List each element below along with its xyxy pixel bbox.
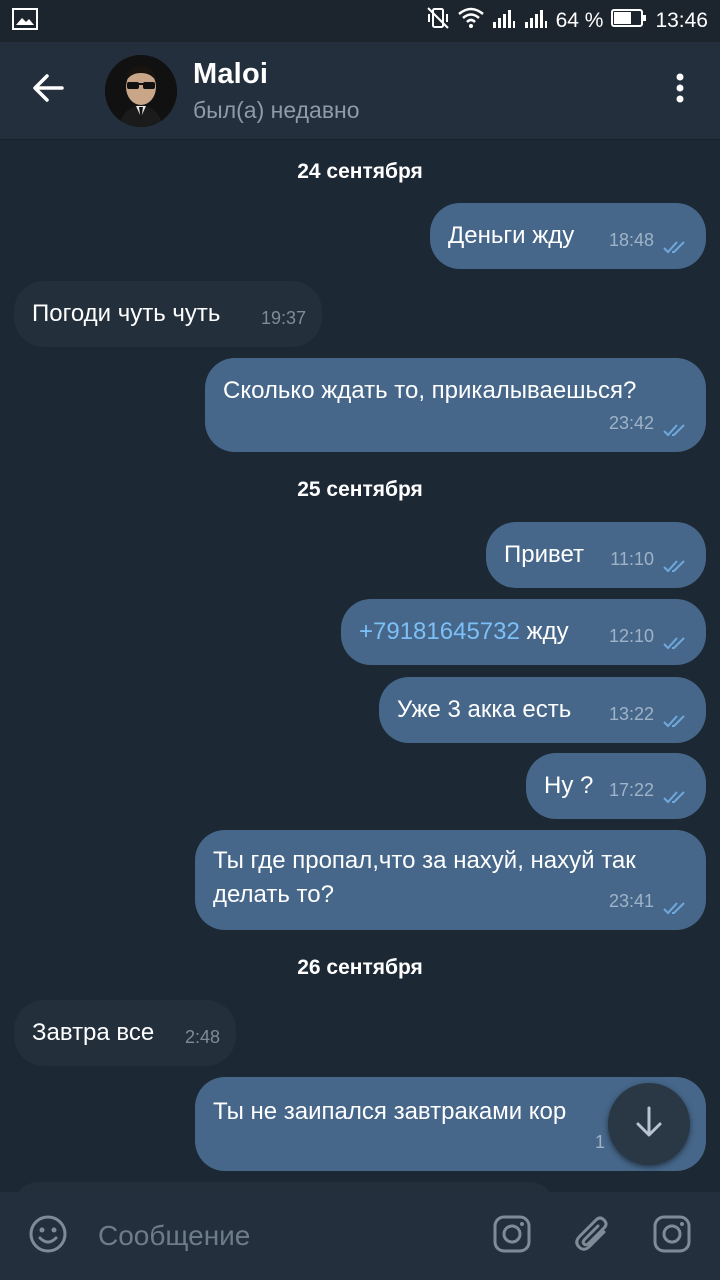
message-time: 18:48 [608,230,654,250]
message-bubble-outgoing[interactable]: Сколько ждать то, прикалываешься? 23:42 [205,358,706,452]
avatar[interactable] [105,54,177,127]
battery-icon [611,8,647,34]
more-menu-button[interactable] [640,42,720,140]
message-text: Погоди чуть чуть [32,300,221,327]
double-check-icon [662,415,690,437]
back-button[interactable] [0,42,96,140]
instagram-icon[interactable] [492,1214,532,1259]
message-time: 17:22 [608,780,654,800]
date-separator: 25 сентября [297,478,423,501]
message-time: 11:10 [610,549,654,569]
date-separator: 26 сентября [297,956,423,979]
wifi-icon [457,7,484,35]
message-meta: 17:22 [609,773,690,807]
date-separator: 24 сентября [297,160,423,183]
message-bubble-incoming[interactable]: Погоди чуть чуть 19:37 [14,281,322,347]
message-meta: 1 [595,1125,605,1159]
image-icon [12,7,38,35]
message-bubble-outgoing[interactable]: Уже 3 акка есть 13:22 [379,677,706,743]
message-meta: 18:48 [609,223,690,257]
message-meta: 19:37 [261,301,306,335]
status-bar: 64 % 13:46 [0,0,720,42]
emoji-button[interactable] [28,1214,68,1259]
message-text: Сколько ждать то, прикалываешься? [223,377,637,404]
message-meta: 11:10 [610,542,690,576]
message-bubble-incoming[interactable]: Завтра все 2:48 [14,1000,236,1066]
message-composer: Сообщение [0,1192,720,1280]
double-check-icon [662,551,690,573]
emoji-icon [28,1214,68,1259]
message-input[interactable]: Сообщение [98,1220,250,1252]
back-arrow-icon [32,73,64,108]
instagram-icon[interactable] [652,1214,692,1259]
chat-header: Maloi был(а) недавно [0,42,720,140]
message-bubble-outgoing[interactable]: +79181645732 жду 12:10 [341,599,706,665]
message-time: 2:48 [184,1027,220,1047]
signal-icon [524,7,548,35]
message-time: 1 [595,1132,606,1152]
clock: 13:46 [655,9,708,32]
message-text: Деньги жду [448,222,575,249]
message-text: Ну ? [544,772,594,799]
message-text: Ты не заипался завтраками кор [213,1098,567,1125]
message-time: 23:42 [608,413,654,433]
message-bubble-outgoing[interactable]: Ну ? 17:22 [526,753,706,819]
message-meta: 12:10 [609,619,690,653]
phone-link[interactable]: +79181645732 [359,618,520,645]
message-list[interactable]: 24 сентября Деньги жду 18:48 Погоди чуть… [0,140,720,1192]
attach-icon[interactable] [574,1214,610,1259]
message-time: 23:41 [608,891,654,911]
message-bubble-outgoing[interactable]: Ты где пропал,что за нахуй, нахуй так де… [195,830,706,930]
message-time: 19:37 [260,308,306,328]
message-time: 12:10 [608,626,654,646]
message-meta: 13:22 [609,697,690,731]
message-bubble-incoming[interactable] [14,1182,554,1192]
double-check-icon [662,232,690,254]
message-meta: 23:42 [609,406,690,440]
battery-percent: 64 % [555,9,604,32]
message-meta: 2:48 [185,1020,220,1054]
message-text: Завтра все [32,1019,155,1046]
message-bubble-outgoing[interactable]: Привет 11:10 [486,522,706,588]
more-vert-icon [675,73,685,108]
message-time: 13:22 [608,704,654,724]
message-bubble-outgoing[interactable]: Деньги жду 18:48 [430,203,706,269]
double-check-icon [662,893,690,915]
scroll-down-button[interactable] [608,1083,690,1165]
arrow-down-icon [634,1106,664,1143]
signal-icon [492,7,516,35]
message-text: Привет [504,541,585,568]
contact-status: был(а) недавно [193,96,360,123]
contact-name[interactable]: Maloi [193,58,360,91]
double-check-icon [662,628,690,650]
message-text: Ты где пропал,что за нахуй, нахуй так [213,847,636,874]
message-text: Уже 3 акка есть [397,696,572,723]
message-text: жду [519,618,569,645]
vibrate-off-icon [426,6,450,36]
double-check-icon [662,782,690,804]
double-check-icon [662,706,690,728]
message-meta: 23:41 [609,884,690,918]
